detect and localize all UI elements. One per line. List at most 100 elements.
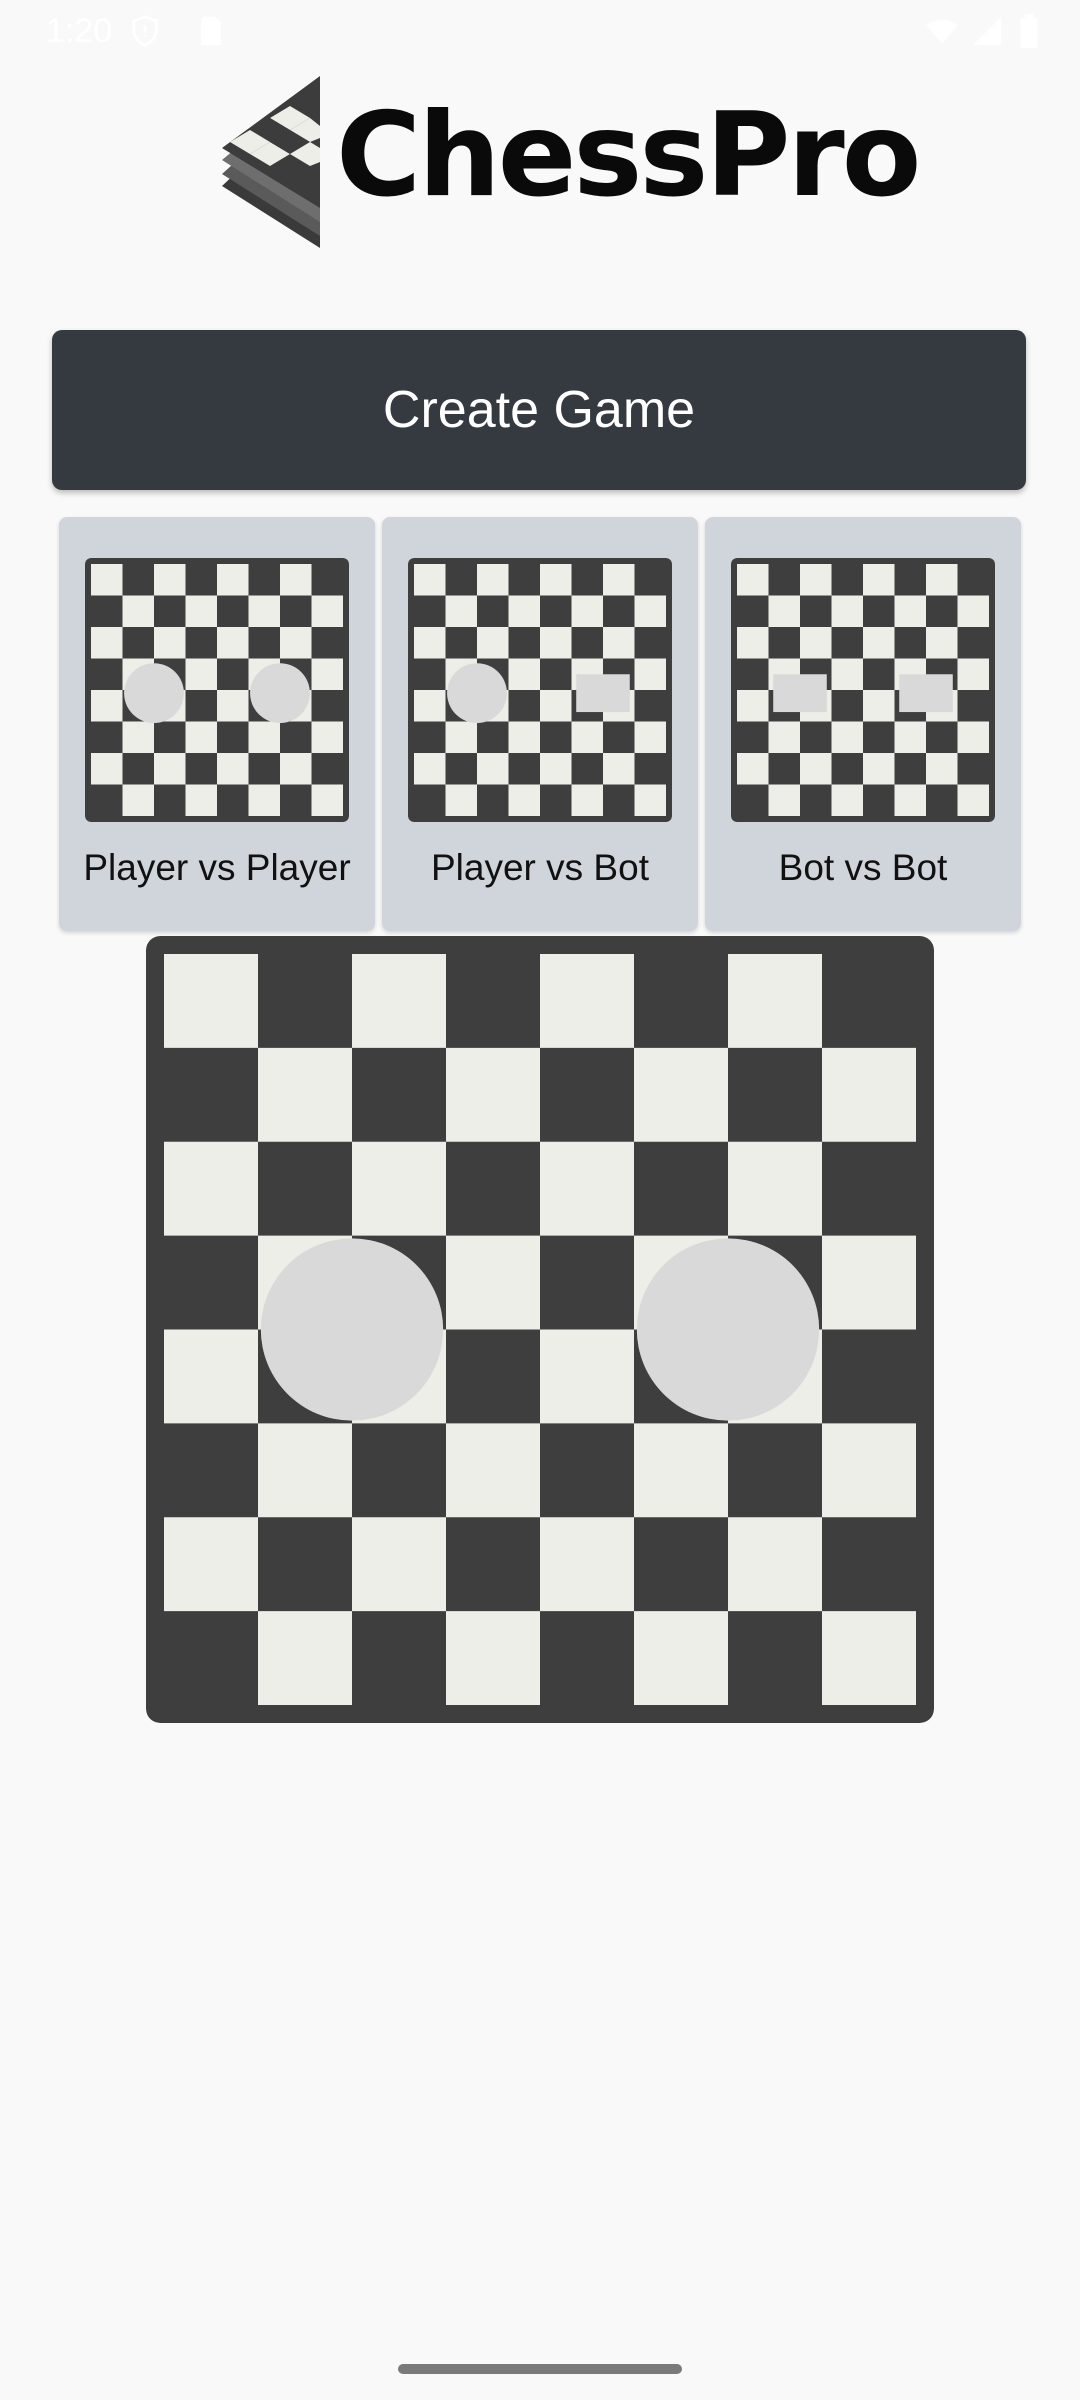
mode-card-bot-vs-bot[interactable]: Bot vs Bot: [705, 517, 1021, 931]
board-square: [822, 1235, 916, 1330]
board-square: [634, 721, 666, 753]
board-square: [957, 658, 989, 690]
board-square: [164, 1141, 258, 1236]
board-square: [508, 721, 540, 753]
board-square: [571, 784, 603, 816]
board-square: [831, 595, 863, 627]
mode-card-player-vs-player[interactable]: Player vs Player: [59, 517, 375, 931]
board-square: [311, 595, 343, 627]
board-square: [634, 595, 666, 627]
board-square: [540, 954, 634, 1048]
board-square: [540, 1141, 634, 1236]
board-square: [634, 1611, 728, 1705]
board-square: [185, 595, 217, 627]
board-square: [446, 1423, 540, 1518]
board-square: [414, 627, 446, 659]
board-square: [446, 1611, 540, 1705]
board-square: [248, 595, 280, 627]
board-square: [540, 1329, 634, 1424]
mode-card-player-vs-bot[interactable]: Player vs Bot: [382, 517, 698, 931]
board-square: [634, 1423, 728, 1518]
board-square: [540, 1517, 634, 1612]
board-square: [728, 1517, 822, 1612]
app-logo: ChessPro: [218, 76, 921, 248]
battery-icon: [1020, 14, 1038, 48]
board-square: [831, 721, 863, 753]
player-piece: [124, 663, 184, 724]
board-square: [800, 627, 832, 659]
player-piece: [250, 663, 310, 724]
board-square: [414, 753, 446, 785]
board-square: [737, 690, 769, 722]
status-time: 1:20: [46, 12, 113, 50]
bot-piece: [773, 674, 827, 713]
board-square: [603, 627, 635, 659]
board-square: [280, 564, 312, 596]
wifi-icon: [926, 20, 958, 44]
board-square: [217, 690, 249, 722]
board-square: [603, 564, 635, 596]
board-square: [508, 595, 540, 627]
board-square: [280, 753, 312, 785]
bot-piece: [576, 674, 630, 713]
mode-label: Player vs Bot: [431, 847, 649, 888]
board-square: [728, 954, 822, 1048]
board-square: [768, 721, 800, 753]
board-square: [217, 753, 249, 785]
board-square: [894, 595, 926, 627]
board-square: [477, 627, 509, 659]
board-square: [571, 721, 603, 753]
board-square: [540, 753, 572, 785]
board-square: [311, 721, 343, 753]
board-square: [926, 753, 958, 785]
player-piece: [260, 1238, 444, 1421]
board-square: [894, 784, 926, 816]
board-square: [831, 658, 863, 690]
shield-icon: [132, 15, 158, 47]
cellular-signal-icon: [972, 16, 1001, 46]
status-left-icons: [128, 14, 228, 48]
create-game-button[interactable]: Create Game: [52, 330, 1026, 490]
board-square: [508, 784, 540, 816]
board-square: [164, 1329, 258, 1424]
board-square: [768, 784, 800, 816]
board-square: [91, 627, 123, 659]
board-square: [477, 753, 509, 785]
mode-board-preview: [85, 558, 349, 822]
board-square: [728, 1141, 822, 1236]
board-square: [768, 595, 800, 627]
board-square: [217, 564, 249, 596]
board-square: [185, 721, 217, 753]
board-square: [352, 954, 446, 1048]
board-square: [154, 564, 186, 596]
mode-label: Player vs Player: [83, 847, 351, 888]
mode-board-preview: [731, 558, 995, 822]
board-square: [445, 595, 477, 627]
game-board[interactable]: [146, 936, 934, 1723]
board-square: [863, 564, 895, 596]
board-square: [737, 753, 769, 785]
board-square: [863, 690, 895, 722]
board-square: [258, 1611, 352, 1705]
board-square: [540, 627, 572, 659]
board-square: [540, 690, 572, 722]
board-square: [122, 595, 154, 627]
home-indicator[interactable]: [398, 2364, 682, 2374]
sim-card-icon: [201, 16, 222, 46]
board-square: [634, 1047, 728, 1142]
board-square: [603, 753, 635, 785]
board-square: [414, 564, 446, 596]
board-square: [154, 627, 186, 659]
status-bar: 1:20: [0, 0, 1080, 62]
board-square: [154, 753, 186, 785]
board-square: [957, 595, 989, 627]
board-square: [248, 721, 280, 753]
player-piece: [447, 663, 507, 724]
status-right-icons: [923, 14, 1040, 48]
board-square: [822, 1047, 916, 1142]
board-square: [352, 1141, 446, 1236]
board-square: [122, 721, 154, 753]
chess-layers-logo-icon: [222, 76, 320, 248]
board-square: [445, 721, 477, 753]
board-square: [863, 753, 895, 785]
